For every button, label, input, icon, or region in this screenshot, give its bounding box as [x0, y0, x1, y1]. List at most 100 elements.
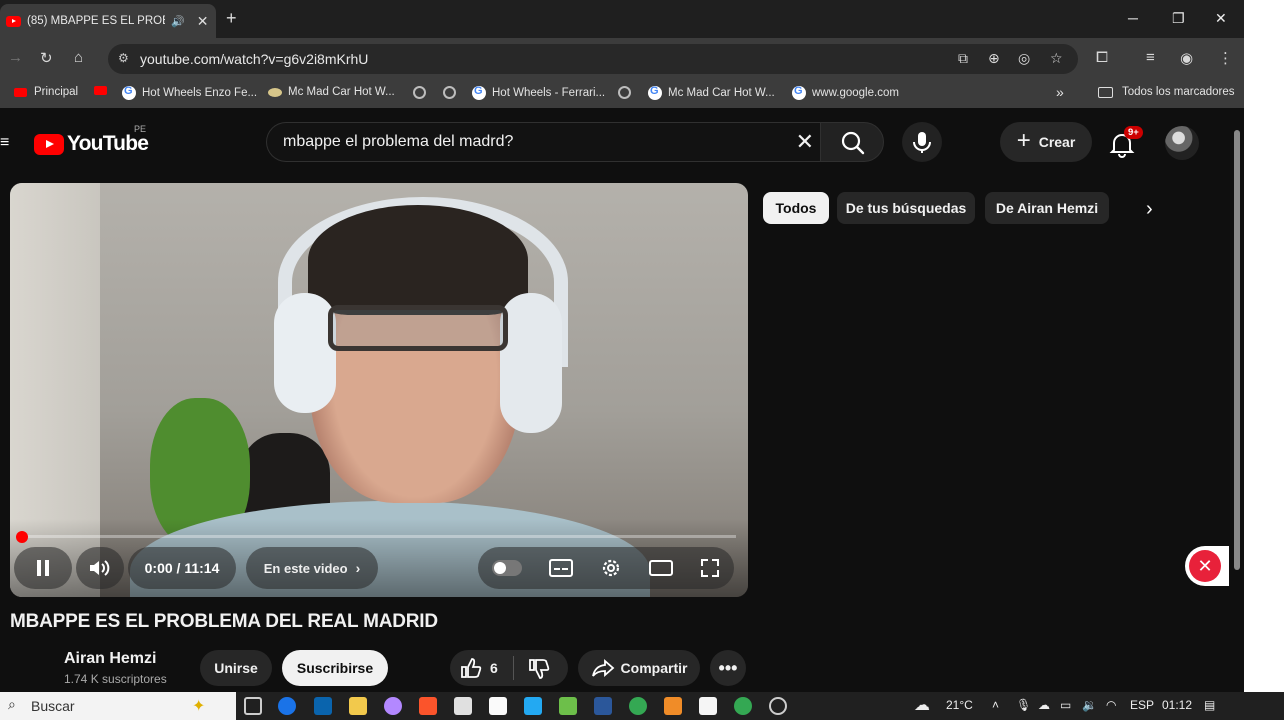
bookmark-label: Mc Mad Car Hot W... — [288, 86, 395, 98]
site-info-icon[interactable]: ⚙ — [118, 51, 129, 65]
close-window-button[interactable]: ✕ — [1215, 10, 1227, 27]
bookmark-item[interactable]: Hot Wheels Enzo Fe... — [122, 85, 257, 100]
video-player[interactable]: 0:00 / 11:14 En este video › — [10, 183, 748, 597]
chapters-button[interactable]: En este video › — [246, 547, 378, 589]
weather-cloud-icon[interactable]: ☁ — [914, 695, 930, 715]
channel-name[interactable]: Airan Hemzi — [64, 650, 156, 668]
new-tab-button[interactable]: + — [226, 8, 237, 29]
notification-center-icon[interactable]: ▤ — [1204, 698, 1215, 712]
home-icon[interactable]: ⌂ — [74, 49, 83, 66]
account-avatar[interactable] — [1165, 126, 1199, 160]
onedrive-icon[interactable]: ☁ — [1038, 698, 1050, 712]
temperature-text[interactable]: 21°C — [946, 698, 973, 712]
address-bar[interactable]: ⚙ youtube.com/watch?v=g6v2i8mKrhU ⧉ ⊕ ◎ … — [108, 44, 1078, 74]
volume-button[interactable] — [76, 547, 124, 589]
all-bookmarks-button[interactable]: Todos los marcadores — [1098, 86, 1235, 98]
browser-tab[interactable]: (85) MBAPPE ES EL PROBLEMA DEL REAL MADR… — [0, 4, 216, 38]
notepad-icon[interactable] — [489, 697, 507, 715]
bookmark-item[interactable] — [413, 86, 426, 99]
bookmark-star-icon[interactable]: ☆ — [1050, 50, 1063, 67]
tracking-protection-icon[interactable]: ◎ — [1018, 50, 1030, 67]
clock-app-icon[interactable] — [769, 697, 787, 715]
fullscreen-icon[interactable] — [700, 558, 720, 578]
create-button[interactable]: + Crear — [1000, 122, 1092, 162]
bookmark-item[interactable]: Mc Mad Car Hot W... — [268, 86, 395, 98]
maximize-button[interactable]: ❐ — [1172, 10, 1185, 27]
reload-icon[interactable]: ↻ — [40, 49, 53, 67]
youtube-logo[interactable]: YouTube PE — [34, 124, 149, 156]
bookmark-item[interactable]: www.google.com — [792, 85, 899, 100]
tab-audio-icon[interactable]: 🔊 — [171, 15, 185, 28]
scrubber-handle[interactable] — [16, 531, 28, 543]
subtitles-icon[interactable] — [548, 558, 573, 578]
forward-icon[interactable]: → — [8, 49, 23, 66]
copilot-icon[interactable] — [384, 697, 402, 715]
edge-icon[interactable] — [278, 697, 296, 715]
language-indicator[interactable]: ESP — [1130, 698, 1154, 712]
bookmark-item[interactable] — [618, 86, 631, 99]
subscribe-button[interactable]: Suscribirse — [282, 650, 388, 686]
search-button[interactable] — [820, 122, 884, 162]
wifi-icon[interactable]: ◠ — [1106, 698, 1116, 712]
brave-icon[interactable] — [419, 697, 437, 715]
outlook-icon[interactable] — [314, 697, 332, 715]
floating-extension-button[interactable]: ✕ — [1185, 546, 1229, 586]
clock-time[interactable]: 01:12 — [1162, 698, 1192, 712]
install-app-icon[interactable]: ⧉ — [958, 50, 968, 67]
autoplay-toggle[interactable] — [491, 560, 522, 576]
word-icon[interactable] — [594, 697, 612, 715]
search-input[interactable]: mbappe el problema del madrd? — [283, 133, 513, 151]
theater-mode-icon[interactable] — [649, 558, 674, 578]
extensions-icon[interactable]: ⧠ — [1096, 49, 1108, 66]
chip-from-searches[interactable]: De tus búsquedas — [837, 192, 975, 224]
notepad-icon[interactable] — [699, 697, 717, 715]
menu-icon[interactable]: ⋮ — [1218, 49, 1233, 67]
bookmark-item[interactable]: Hot Wheels - Ferrari... — [472, 85, 605, 100]
minimize-button[interactable]: ─ — [1128, 10, 1138, 26]
store-icon[interactable] — [454, 697, 472, 715]
microphone-tray-icon[interactable]: 🎙 — [1016, 698, 1031, 712]
speaker-tray-icon[interactable]: 🔉 — [1082, 698, 1097, 712]
thumbs-down-icon — [529, 659, 550, 679]
vscode-icon[interactable] — [524, 697, 542, 715]
more-actions-button[interactable]: ••• — [710, 650, 746, 686]
tab-close-icon[interactable]: ✕ — [197, 13, 209, 30]
chrome-active-icon[interactable] — [734, 697, 752, 715]
bookmark-item[interactable]: Principal — [14, 86, 78, 98]
sublime-icon[interactable] — [664, 697, 682, 715]
file-explorer-icon[interactable] — [349, 697, 367, 715]
bookmarks-overflow-button[interactable]: » — [1056, 84, 1064, 100]
settings-gear-icon[interactable] — [600, 557, 622, 579]
join-button[interactable]: Unirse — [200, 650, 272, 686]
dislike-button[interactable] — [528, 658, 552, 683]
share-button[interactable]: Compartir — [578, 650, 700, 686]
google-icon — [792, 85, 806, 100]
search-box[interactable]: mbappe el problema del madrd? ✕ — [266, 122, 820, 162]
scrollbar-thumb[interactable] — [1234, 130, 1240, 570]
guide-menu-icon[interactable]: ≡ — [0, 134, 9, 152]
app-star-icon[interactable] — [559, 697, 577, 715]
like-button[interactable] — [460, 657, 484, 682]
chip-todos[interactable]: Todos — [763, 192, 829, 224]
media-control-icon[interactable]: ≡ — [1146, 49, 1155, 66]
clear-search-icon[interactable]: ✕ — [796, 129, 814, 155]
voice-search-button[interactable] — [902, 122, 942, 162]
bookmark-item[interactable] — [94, 86, 114, 95]
profile-icon[interactable]: ◉ — [1180, 49, 1193, 67]
windows-taskbar: ⌕ Buscar ✦ ☁ 21°C ˄ 🎙 ☁ ▭ 🔉 ◠ ESP 01:12 … — [0, 692, 1284, 720]
tray-chevron-icon[interactable]: ˄ — [992, 698, 999, 712]
url-text[interactable]: youtube.com/watch?v=g6v2i8mKrhU — [140, 51, 368, 67]
battery-icon[interactable]: ▭ — [1060, 698, 1071, 712]
chip-from-channel[interactable]: De Airan Hemzi — [985, 192, 1109, 224]
chips-next-arrow-icon[interactable]: › — [1146, 198, 1153, 221]
zoom-icon[interactable]: ⊕ — [988, 50, 1000, 67]
chrome-icon[interactable] — [629, 697, 647, 715]
progress-bar[interactable] — [22, 535, 736, 538]
task-view-icon[interactable] — [244, 697, 262, 715]
bookmark-item[interactable]: Mc Mad Car Hot W... — [648, 85, 775, 100]
bookmark-item[interactable] — [443, 86, 456, 99]
pause-button[interactable] — [14, 547, 72, 589]
youtube-icon — [14, 87, 27, 97]
taskbar-search[interactable]: ⌕ Buscar ✦ — [0, 692, 236, 720]
desktop-edge — [1244, 0, 1284, 692]
